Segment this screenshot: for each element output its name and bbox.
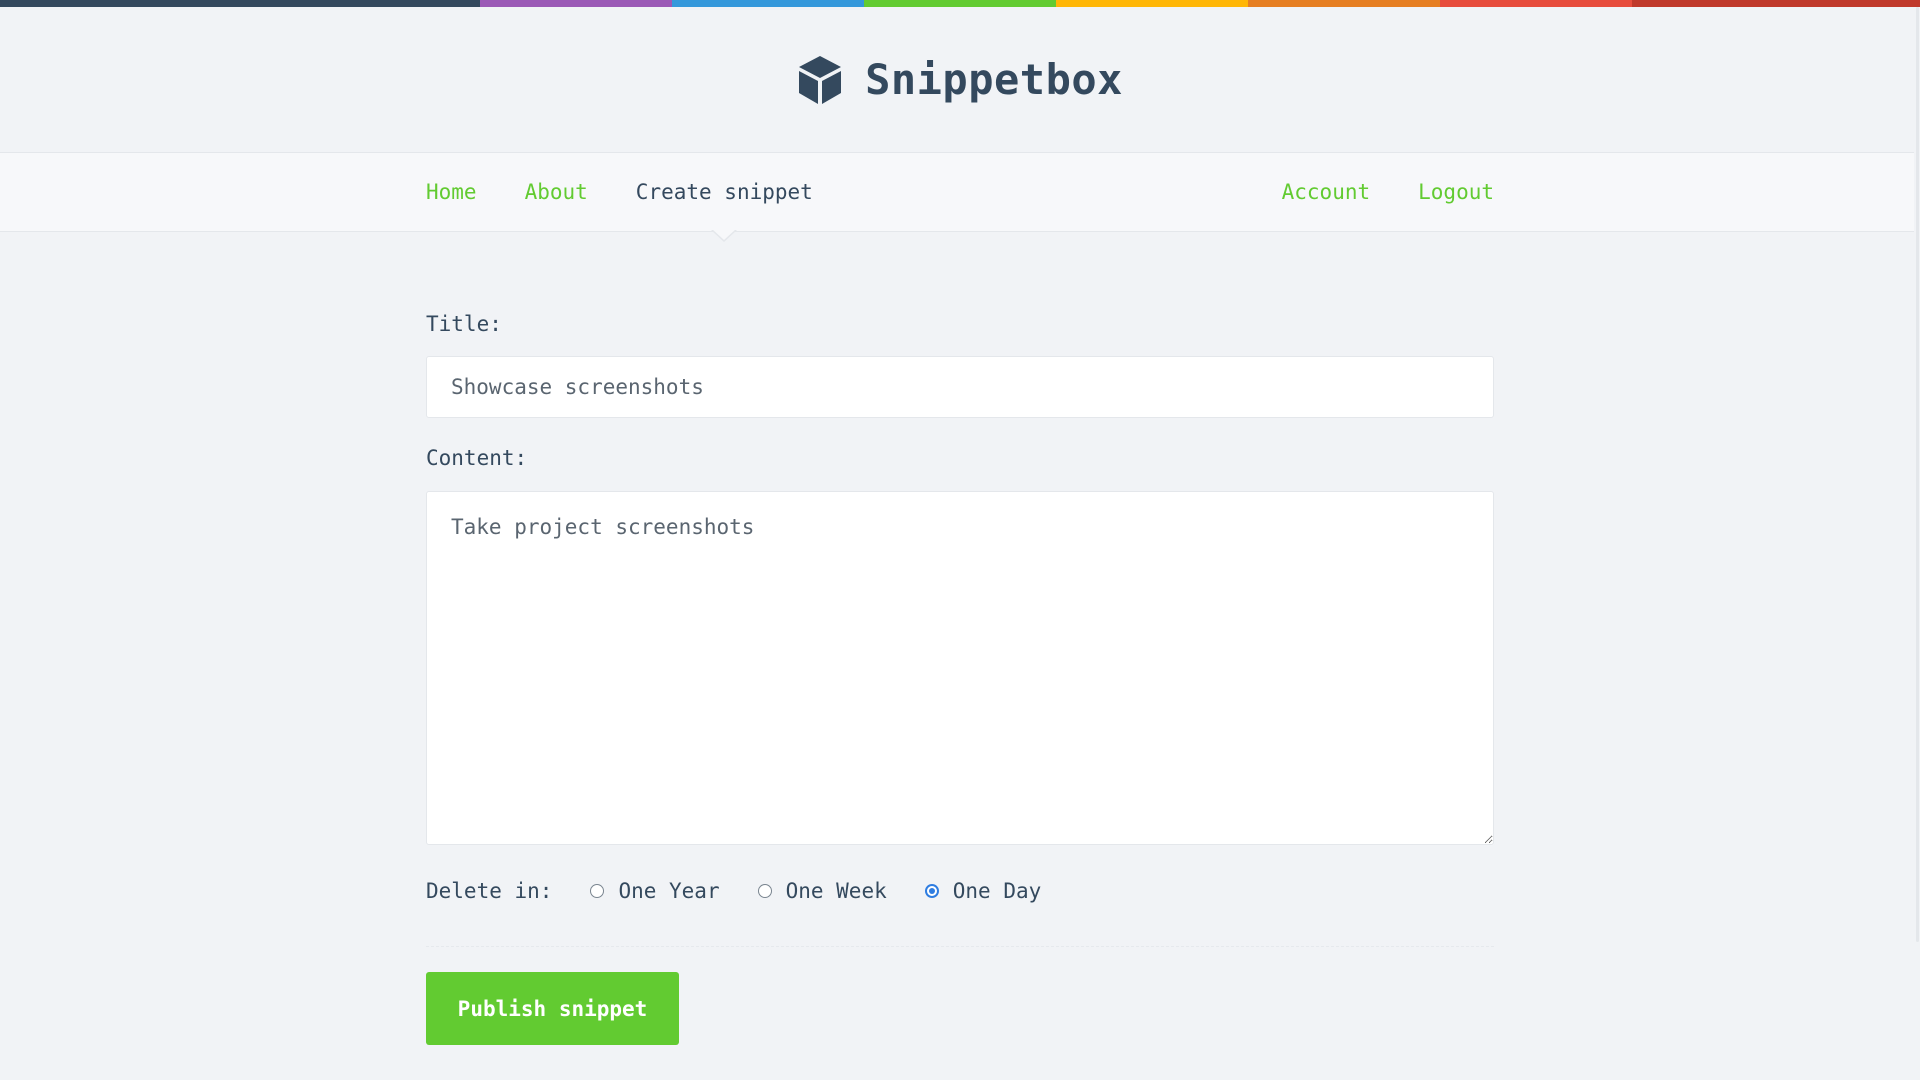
radio-label: One Day	[952, 879, 1042, 903]
main-nav: Home About Create snippet Account Logout	[0, 152, 1920, 242]
brand-link[interactable]: Snippetbox	[797, 54, 1123, 106]
stripe-segment	[864, 0, 1056, 7]
nav-logout-link[interactable]: Logout	[1418, 180, 1494, 204]
stripe-segment	[1056, 0, 1248, 7]
radio-label: One Week	[785, 879, 887, 903]
expires-group: Delete in: One Year One Week One Day	[426, 876, 1079, 906]
title-input[interactable]	[426, 356, 1494, 418]
nav-right: Account Logout	[1282, 180, 1494, 204]
expires-one-day-option[interactable]: One Day	[924, 879, 1042, 903]
form-divider	[426, 946, 1494, 947]
content-textarea[interactable]: Take project screenshots	[426, 491, 1494, 845]
stripe-segment	[0, 0, 480, 7]
nav-account-link[interactable]: Account	[1282, 180, 1371, 204]
rainbow-stripe	[0, 0, 1920, 7]
title-label: Title:	[426, 312, 502, 336]
content-label: Content:	[426, 446, 528, 470]
nav-left: Home About Create snippet	[426, 180, 813, 242]
expires-one-year-option[interactable]: One Year	[590, 879, 720, 903]
stripe-segment	[672, 0, 864, 7]
nav-create-snippet-link[interactable]: Create snippet	[635, 180, 813, 242]
radio-button[interactable]	[757, 884, 772, 898]
scrollbar-thumb[interactable]	[1916, 7, 1919, 942]
site-title: Snippetbox	[865, 55, 1123, 104]
active-caret	[711, 229, 738, 242]
stripe-segment	[1248, 0, 1440, 7]
radio-button-checked[interactable]	[924, 884, 939, 898]
nav-create-snippet-label: Create snippet	[635, 180, 813, 204]
stripe-segment	[1632, 0, 1920, 7]
nav-about-link[interactable]: About	[525, 180, 588, 204]
nav-inner: Home About Create snippet Account Logout	[426, 153, 1494, 242]
stripe-segment	[480, 0, 672, 7]
site-header: Snippetbox	[0, 7, 1920, 152]
radio-button[interactable]	[590, 884, 605, 898]
expires-label: Delete in:	[426, 879, 553, 903]
expires-one-week-option[interactable]: One Week	[757, 879, 887, 903]
cube-icon	[799, 55, 842, 104]
publish-snippet-button[interactable]: Publish snippet	[426, 972, 679, 1045]
stripe-segment	[1440, 0, 1632, 7]
radio-label: One Year	[618, 879, 720, 903]
nav-home-link[interactable]: Home	[426, 180, 477, 204]
